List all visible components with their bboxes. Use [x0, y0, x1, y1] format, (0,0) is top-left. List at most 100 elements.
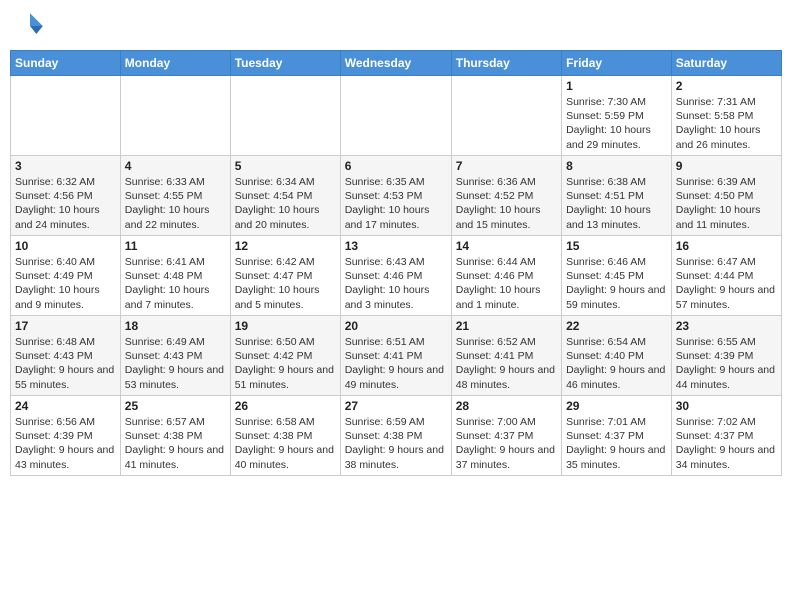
day-number: 5	[235, 159, 336, 173]
calendar-cell: 8Sunrise: 6:38 AM Sunset: 4:51 PM Daylig…	[562, 156, 672, 236]
day-info: Sunrise: 6:52 AM Sunset: 4:41 PM Dayligh…	[456, 335, 557, 392]
day-info: Sunrise: 6:42 AM Sunset: 4:47 PM Dayligh…	[235, 255, 336, 312]
day-info: Sunrise: 6:49 AM Sunset: 4:43 PM Dayligh…	[125, 335, 226, 392]
logo	[14, 10, 50, 42]
day-number: 15	[566, 239, 667, 253]
day-number: 6	[345, 159, 447, 173]
calendar-cell	[230, 76, 340, 156]
calendar-cell: 19Sunrise: 6:50 AM Sunset: 4:42 PM Dayli…	[230, 316, 340, 396]
calendar-cell: 7 Sunrise: 6:36 AM Sunset: 4:52 PM Daylig…	[451, 156, 561, 236]
day-of-week-header: Saturday	[671, 51, 781, 76]
calendar-week-row: 3Sunrise: 6:32 AM Sunset: 4:56 PM Daylig…	[11, 156, 782, 236]
day-info: Sunrise: 6:36 AM Sunset: 4:52 PM Dayligh…	[456, 175, 557, 232]
calendar-table: SundayMondayTuesdayWednesdayThursdayFrid…	[10, 50, 782, 476]
day-info: Sunrise: 6:58 AM Sunset: 4:38 PM Dayligh…	[235, 415, 336, 472]
day-of-week-header: Monday	[120, 51, 230, 76]
day-number: 26	[235, 399, 336, 413]
day-info: Sunrise: 7:00 AM Sunset: 4:37 PM Dayligh…	[456, 415, 557, 472]
calendar-cell: 10 Sunrise: 6:40 AM Sunset: 4:49 PM Dayli…	[11, 236, 121, 316]
day-number: 18	[125, 319, 226, 333]
calendar-cell: 14 Sunrise: 6:44 AM Sunset: 4:46 PM Dayli…	[451, 236, 561, 316]
calendar-cell: 27 Sunrise: 6:59 AM Sunset: 4:38 PM Dayli…	[340, 396, 451, 476]
day-number: 23	[676, 319, 777, 333]
day-info: Sunrise: 6:46 AM Sunset: 4:45 PM Dayligh…	[566, 255, 667, 312]
calendar-cell: 20 Sunrise: 6:51 AM Sunset: 4:41 PM Dayli…	[340, 316, 451, 396]
day-info: Sunrise: 6:51 AM Sunset: 4:41 PM Dayligh…	[345, 335, 447, 392]
day-number: 29	[566, 399, 667, 413]
day-number: 21	[456, 319, 557, 333]
day-number: 1	[566, 79, 667, 93]
day-info: Sunrise: 6:48 AM Sunset: 4:43 PM Dayligh…	[15, 335, 116, 392]
calendar-cell: 29 Sunrise: 7:01 AM Sunset: 4:37 PM Dayli…	[562, 396, 672, 476]
calendar-cell: 18 Sunrise: 6:49 AM Sunset: 4:43 PM Dayli…	[120, 316, 230, 396]
day-info: Sunrise: 6:38 AM Sunset: 4:51 PM Dayligh…	[566, 175, 667, 232]
page-header	[10, 10, 782, 42]
day-info: Sunrise: 7:30 AM Sunset: 5:59 PM Dayligh…	[566, 95, 667, 152]
logo-icon	[14, 10, 46, 42]
day-info: Sunrise: 6:35 AM Sunset: 4:53 PM Dayligh…	[345, 175, 447, 232]
calendar-cell: 23 Sunrise: 6:55 AM Sunset: 4:39 PM Dayli…	[671, 316, 781, 396]
calendar-cell: 6 Sunrise: 6:35 AM Sunset: 4:53 PM Daylig…	[340, 156, 451, 236]
day-info: Sunrise: 6:33 AM Sunset: 4:55 PM Dayligh…	[125, 175, 226, 232]
calendar-cell: 25 Sunrise: 6:57 AM Sunset: 4:38 PM Dayli…	[120, 396, 230, 476]
day-number: 7	[456, 159, 557, 173]
calendar-cell: 1 Sunrise: 7:30 AM Sunset: 5:59 PM Daylig…	[562, 76, 672, 156]
calendar-cell: 22 Sunrise: 6:54 AM Sunset: 4:40 PM Dayli…	[562, 316, 672, 396]
day-of-week-header: Thursday	[451, 51, 561, 76]
day-number: 9	[676, 159, 777, 173]
day-info: Sunrise: 6:59 AM Sunset: 4:38 PM Dayligh…	[345, 415, 447, 472]
day-of-week-header: Sunday	[11, 51, 121, 76]
calendar-cell: 24Sunrise: 6:56 AM Sunset: 4:39 PM Dayli…	[11, 396, 121, 476]
day-number: 30	[676, 399, 777, 413]
calendar-cell: 3Sunrise: 6:32 AM Sunset: 4:56 PM Daylig…	[11, 156, 121, 236]
day-number: 20	[345, 319, 447, 333]
calendar-week-row: 10 Sunrise: 6:40 AM Sunset: 4:49 PM Dayli…	[11, 236, 782, 316]
day-number: 28	[456, 399, 557, 413]
calendar-cell: 4 Sunrise: 6:33 AM Sunset: 4:55 PM Daylig…	[120, 156, 230, 236]
day-info: Sunrise: 6:39 AM Sunset: 4:50 PM Dayligh…	[676, 175, 777, 232]
day-info: Sunrise: 6:40 AM Sunset: 4:49 PM Dayligh…	[15, 255, 116, 312]
calendar-cell	[120, 76, 230, 156]
day-number: 13	[345, 239, 447, 253]
day-number: 25	[125, 399, 226, 413]
day-info: Sunrise: 6:54 AM Sunset: 4:40 PM Dayligh…	[566, 335, 667, 392]
day-number: 2	[676, 79, 777, 93]
calendar-cell	[11, 76, 121, 156]
day-info: Sunrise: 6:57 AM Sunset: 4:38 PM Dayligh…	[125, 415, 226, 472]
calendar-cell: 28 Sunrise: 7:00 AM Sunset: 4:37 PM Dayli…	[451, 396, 561, 476]
day-info: Sunrise: 6:47 AM Sunset: 4:44 PM Dayligh…	[676, 255, 777, 312]
calendar-cell: 30 Sunrise: 7:02 AM Sunset: 4:37 PM Dayli…	[671, 396, 781, 476]
day-number: 4	[125, 159, 226, 173]
day-info: Sunrise: 6:34 AM Sunset: 4:54 PM Dayligh…	[235, 175, 336, 232]
day-of-week-header: Wednesday	[340, 51, 451, 76]
calendar-cell: 21 Sunrise: 6:52 AM Sunset: 4:41 PM Dayli…	[451, 316, 561, 396]
day-info: Sunrise: 6:55 AM Sunset: 4:39 PM Dayligh…	[676, 335, 777, 392]
calendar-week-row: 17 Sunrise: 6:48 AM Sunset: 4:43 PM Dayli…	[11, 316, 782, 396]
calendar-cell: 9 Sunrise: 6:39 AM Sunset: 4:50 PM Daylig…	[671, 156, 781, 236]
day-number: 27	[345, 399, 447, 413]
day-info: Sunrise: 7:02 AM Sunset: 4:37 PM Dayligh…	[676, 415, 777, 472]
calendar-cell: 17 Sunrise: 6:48 AM Sunset: 4:43 PM Dayli…	[11, 316, 121, 396]
calendar-cell: 13Sunrise: 6:43 AM Sunset: 4:46 PM Dayli…	[340, 236, 451, 316]
calendar-cell: 11Sunrise: 6:41 AM Sunset: 4:48 PM Dayli…	[120, 236, 230, 316]
day-number: 24	[15, 399, 116, 413]
day-info: Sunrise: 7:31 AM Sunset: 5:58 PM Dayligh…	[676, 95, 777, 152]
day-info: Sunrise: 7:01 AM Sunset: 4:37 PM Dayligh…	[566, 415, 667, 472]
day-number: 14	[456, 239, 557, 253]
day-of-week-header: Friday	[562, 51, 672, 76]
calendar-week-row: 24Sunrise: 6:56 AM Sunset: 4:39 PM Dayli…	[11, 396, 782, 476]
day-number: 22	[566, 319, 667, 333]
day-number: 16	[676, 239, 777, 253]
calendar-cell: 12 Sunrise: 6:42 AM Sunset: 4:47 PM Dayli…	[230, 236, 340, 316]
day-info: Sunrise: 6:50 AM Sunset: 4:42 PM Dayligh…	[235, 335, 336, 392]
calendar-cell: 15 Sunrise: 6:46 AM Sunset: 4:45 PM Dayli…	[562, 236, 672, 316]
day-info: Sunrise: 6:32 AM Sunset: 4:56 PM Dayligh…	[15, 175, 116, 232]
calendar-cell: 5 Sunrise: 6:34 AM Sunset: 4:54 PM Daylig…	[230, 156, 340, 236]
day-number: 17	[15, 319, 116, 333]
calendar-cell: 2 Sunrise: 7:31 AM Sunset: 5:58 PM Daylig…	[671, 76, 781, 156]
day-number: 10	[15, 239, 116, 253]
calendar-week-row: 1 Sunrise: 7:30 AM Sunset: 5:59 PM Daylig…	[11, 76, 782, 156]
day-number: 12	[235, 239, 336, 253]
calendar-cell	[340, 76, 451, 156]
day-info: Sunrise: 6:44 AM Sunset: 4:46 PM Dayligh…	[456, 255, 557, 312]
